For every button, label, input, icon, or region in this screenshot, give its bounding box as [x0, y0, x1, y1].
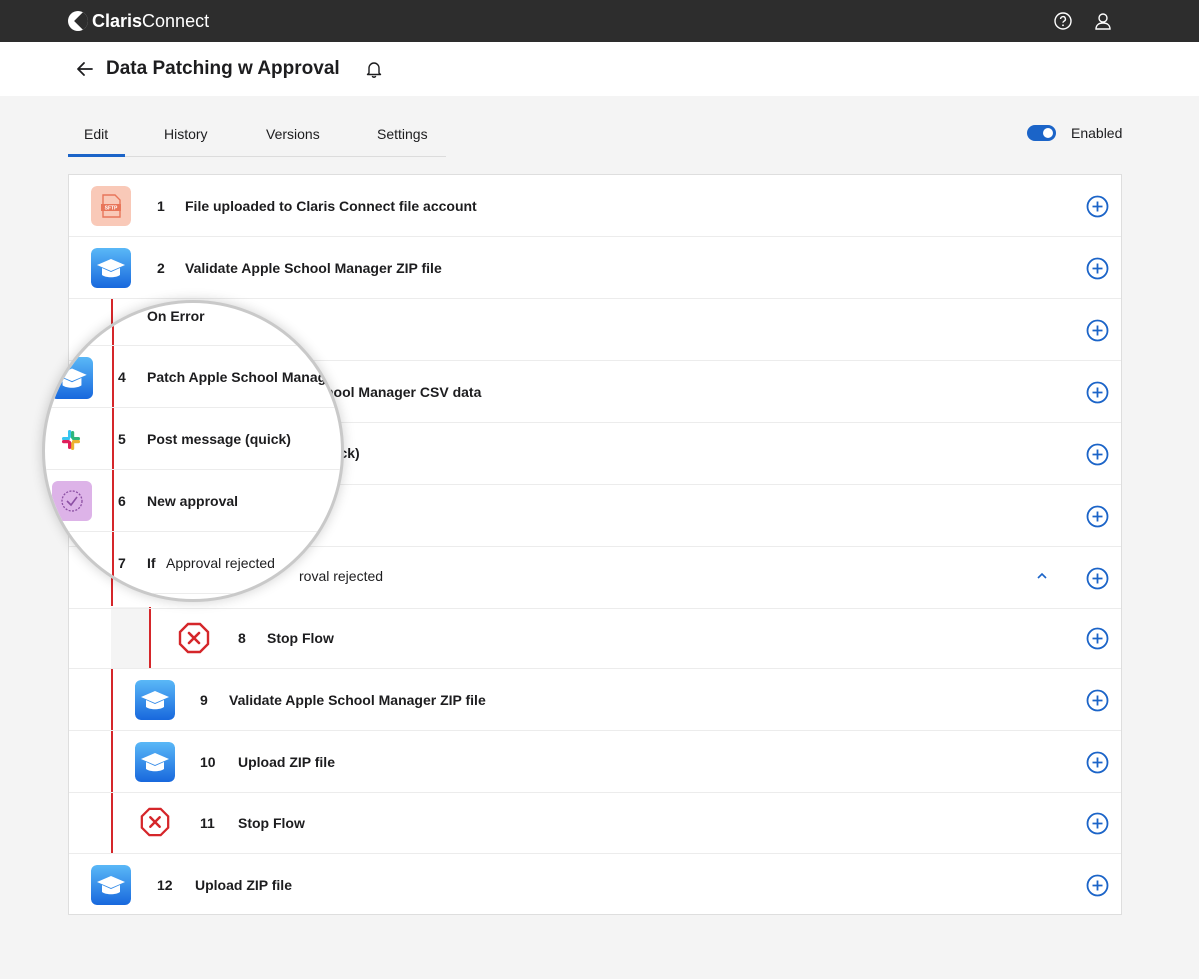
back-arrow-icon[interactable]	[74, 58, 96, 80]
step-number: 9	[200, 692, 208, 708]
add-step-icon[interactable]	[1086, 812, 1109, 835]
step-label: File uploaded to Claris Connect file acc…	[185, 198, 477, 214]
step-number: 8	[238, 630, 246, 646]
step-label: Post message (quick)	[147, 431, 291, 447]
step-number: 11	[200, 815, 215, 831]
lens-row-5: 5 Post message (quick)	[45, 408, 341, 470]
step-label: Upload ZIP file	[195, 877, 292, 893]
graduation-cap-icon	[135, 680, 175, 720]
lens-row-4: 4 Patch Apple School Manager CSV data	[45, 346, 341, 408]
step-label: Approval rejected	[166, 555, 275, 571]
add-step-icon[interactable]	[1086, 381, 1109, 404]
tab-versions[interactable]: Versions	[266, 126, 320, 142]
add-step-icon[interactable]	[1086, 443, 1109, 466]
enabled-label: Enabled	[1071, 125, 1123, 141]
step-number: 2	[157, 260, 165, 276]
step-label: On Error	[147, 308, 205, 324]
step-label: Stop Flow	[267, 630, 334, 646]
sftp-icon: SFTP	[91, 186, 131, 226]
magnifier-lens: On Error 4 Patch Apple School Manager CS…	[42, 300, 344, 602]
step-number: 6	[118, 493, 126, 509]
lens-row-3: On Error	[45, 303, 341, 346]
claris-logo-icon	[68, 11, 88, 31]
add-step-icon[interactable]	[1086, 505, 1109, 528]
step-row-12[interactable]: 12 Upload ZIP file	[69, 854, 1121, 916]
page-title: Data Patching w Approval	[106, 58, 340, 79]
step-row-10[interactable]: 10 Upload ZIP file	[69, 731, 1121, 793]
step-row-8[interactable]: 8 Stop Flow	[69, 607, 1121, 669]
step-row-11[interactable]: 11 Stop Flow	[69, 792, 1121, 854]
bell-icon[interactable]	[365, 60, 383, 78]
top-bar: ClarisConnect	[0, 0, 1199, 42]
step-label: Stop Flow	[238, 815, 305, 831]
brand-name: ClarisConnect	[92, 10, 210, 31]
add-step-icon[interactable]	[1086, 627, 1109, 650]
active-tab-indicator	[68, 154, 125, 157]
lens-row-7: 7 If Approval rejected	[45, 532, 341, 594]
tab-bar: Edit History Versions Settings	[68, 116, 446, 157]
step-number: 5	[118, 431, 126, 447]
page-header: Data Patching w Approval	[0, 42, 1199, 96]
step-label: Patch Apple School Manager CSV data	[147, 369, 341, 385]
step-label-partial: hool Manager CSV data	[325, 384, 482, 400]
add-step-icon[interactable]	[1086, 195, 1109, 218]
step-row-9[interactable]: 9 Validate Apple School Manager ZIP file	[69, 669, 1121, 731]
svg-text:SFTP: SFTP	[105, 206, 118, 212]
tab-edit[interactable]: Edit	[84, 126, 108, 142]
add-step-icon[interactable]	[1086, 567, 1109, 590]
step-label: Validate Apple School Manager ZIP file	[229, 692, 486, 708]
step-number: 10	[200, 754, 216, 770]
tab-settings[interactable]: Settings	[377, 126, 428, 142]
claris-logo[interactable]: ClarisConnect	[68, 10, 209, 32]
step-row-1[interactable]: SFTP 1 File uploaded to Claris Connect f…	[69, 175, 1121, 237]
graduation-cap-icon	[135, 742, 175, 782]
step-number: 1	[157, 198, 165, 214]
enabled-toggle[interactable]	[1027, 125, 1056, 141]
step-label: New approval	[147, 493, 239, 509]
approval-icon	[52, 481, 92, 521]
stop-icon	[178, 622, 210, 654]
add-step-icon[interactable]	[1086, 689, 1109, 712]
graduation-cap-icon	[91, 248, 131, 288]
add-step-icon[interactable]	[1086, 874, 1109, 897]
stop-icon	[140, 807, 170, 837]
tab-history[interactable]: History	[164, 126, 208, 142]
graduation-cap-icon	[91, 865, 131, 905]
step-number: 12	[157, 877, 173, 893]
add-step-icon[interactable]	[1086, 751, 1109, 774]
add-step-icon[interactable]	[1086, 319, 1109, 342]
step-label: Validate Apple School Manager ZIP file	[185, 260, 442, 276]
user-icon[interactable]	[1093, 11, 1113, 31]
lens-row-6: 6 New approval	[45, 470, 341, 532]
graduation-cap-icon	[51, 357, 93, 399]
step-label: Upload ZIP file	[238, 754, 335, 770]
help-icon[interactable]	[1053, 11, 1073, 31]
slack-icon	[62, 430, 80, 450]
step-row-2[interactable]: 2 Validate Apple School Manager ZIP file	[69, 237, 1121, 299]
chevron-up-icon[interactable]	[1035, 569, 1049, 583]
step-if-keyword: If	[147, 555, 156, 571]
step-number: 7	[118, 555, 126, 571]
add-step-icon[interactable]	[1086, 257, 1109, 280]
step-number: 4	[118, 369, 126, 385]
